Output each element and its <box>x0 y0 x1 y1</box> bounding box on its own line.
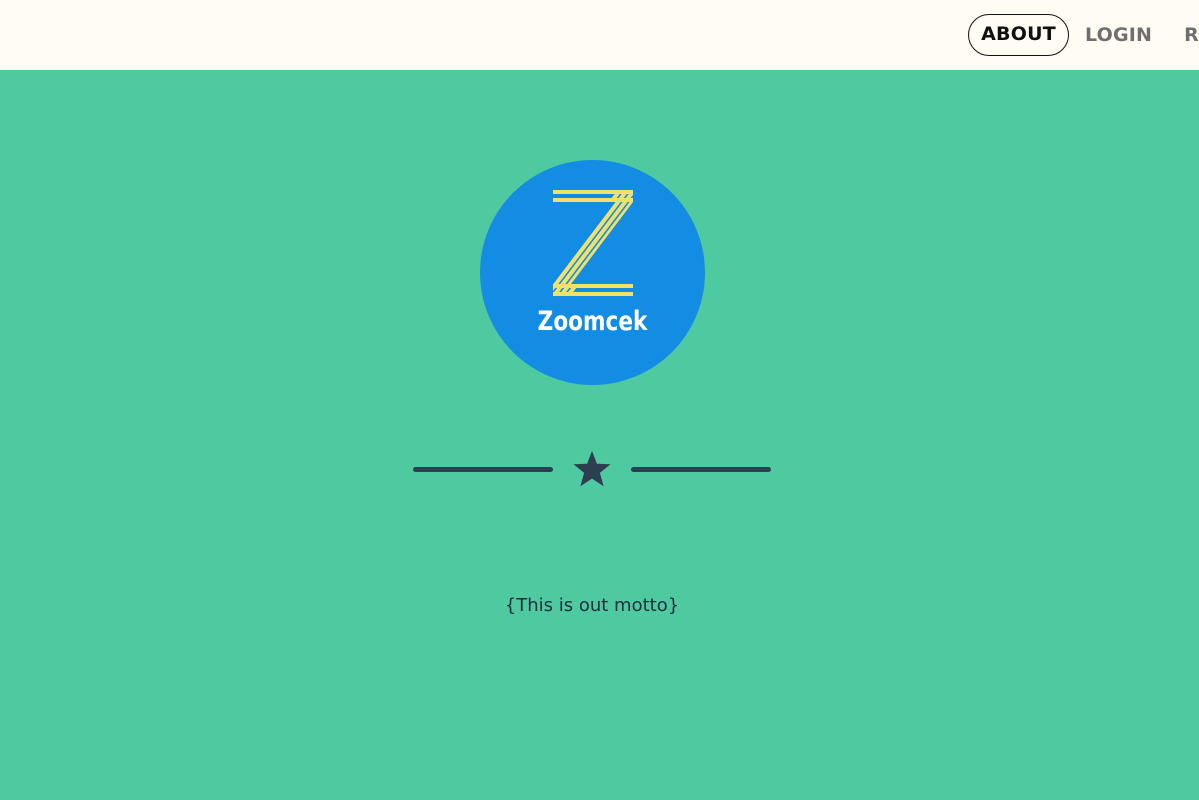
divider-line-left <box>413 467 553 472</box>
z-logo-icon <box>553 190 633 296</box>
star-divider <box>413 449 771 489</box>
logo-text: Zoomcek <box>537 306 648 337</box>
nav-register-link[interactable]: RE <box>1168 15 1199 55</box>
nav-login-link[interactable]: LOGIN <box>1069 15 1168 55</box>
nav-about-link[interactable]: ABOUT <box>968 14 1069 56</box>
divider-line-right <box>631 467 771 472</box>
hero-section: Zoomcek {This is out motto} <box>0 70 1199 800</box>
star-icon <box>573 451 611 487</box>
nav-menu: ABOUT LOGIN RE <box>968 14 1199 56</box>
logo: Zoomcek <box>480 160 705 385</box>
motto-text: {This is out motto} <box>504 595 680 616</box>
top-navbar: ABOUT LOGIN RE <box>0 0 1199 70</box>
